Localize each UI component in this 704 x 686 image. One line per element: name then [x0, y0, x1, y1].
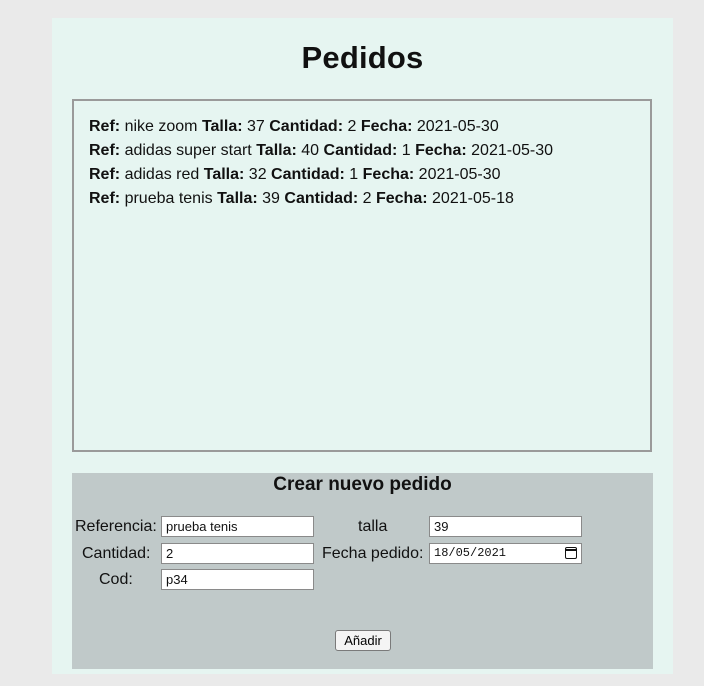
fecha-label: Fecha:	[360, 118, 413, 135]
add-order-button[interactable]: Añadir	[335, 630, 391, 651]
form-title: Crear nuevo pedido	[273, 474, 452, 495]
talla-value: 40	[301, 142, 320, 159]
page-title: Pedidos	[301, 40, 424, 75]
calendar-icon[interactable]	[565, 547, 577, 559]
cantidad-label: Cantidad:	[323, 142, 398, 159]
cantidad-label: Cantidad:	[271, 166, 345, 183]
fecha-label: Fecha:	[375, 190, 428, 207]
cod-label: Cod:	[99, 571, 133, 588]
fecha-label: Fecha:	[362, 166, 415, 183]
talla-value: 37	[247, 118, 265, 135]
cantidad-label: Cantidad:	[82, 545, 151, 562]
cantidad-value: 2	[362, 190, 372, 207]
referencia-input[interactable]: prueba tenis	[161, 516, 314, 537]
talla-label: Talla:	[217, 190, 258, 207]
cantidad-label: Cantidad:	[284, 190, 359, 207]
ref-label: Ref:	[89, 142, 121, 159]
fecha-pedido-value: 18/05/2021	[434, 546, 507, 560]
ref-label: Ref:	[89, 190, 121, 207]
orders-page: Pedidos Ref: nike zoom Talla: 37 Cantida…	[52, 18, 673, 674]
ref-value: prueba tenis	[124, 190, 213, 207]
talla-label: Talla:	[201, 118, 243, 135]
orders-list: Ref: nike zoom Talla: 37 Cantidad: 2 Fec…	[72, 99, 652, 452]
ref-label: Ref:	[89, 118, 121, 135]
ref-value: nike zoom	[124, 118, 198, 135]
cantidad-value: 1	[349, 166, 359, 183]
cantidad-label: Cantidad:	[269, 118, 344, 135]
order-row: Ref: adidas super start Talla: 40 Cantid…	[89, 139, 650, 163]
cod-input[interactable]: p34	[161, 569, 314, 590]
fecha-value: 2021-05-30	[471, 142, 553, 159]
ref-value: adidas super start	[124, 142, 252, 159]
talla-input[interactable]: 39	[429, 516, 582, 537]
cantidad-value: 2	[347, 118, 357, 135]
referencia-label: Referencia:	[75, 518, 157, 535]
fecha-label: Fecha:	[415, 142, 467, 159]
talla-label: talla	[358, 518, 388, 535]
fecha-pedido-label: Fecha pedido:	[322, 545, 424, 562]
fecha-value: 2021-05-18	[432, 190, 514, 207]
new-order-form: Crear nuevo pedido Referencia: prueba te…	[72, 473, 653, 669]
cantidad-input[interactable]: 2	[161, 543, 314, 564]
ref-label: Ref:	[89, 166, 121, 183]
fecha-value: 2021-05-30	[418, 166, 501, 183]
fecha-pedido-input[interactable]: 18/05/2021	[429, 543, 582, 564]
talla-value: 32	[248, 166, 267, 183]
talla-label: Talla:	[203, 166, 245, 183]
talla-label: Talla:	[256, 142, 297, 159]
order-row: Ref: prueba tenis Talla: 39 Cantidad: 2 …	[89, 187, 650, 211]
order-row: Ref: adidas red Talla: 32 Cantidad: 1 Fe…	[89, 163, 650, 187]
order-row: Ref: nike zoom Talla: 37 Cantidad: 2 Fec…	[89, 115, 650, 139]
ref-value: adidas red	[124, 166, 200, 183]
cantidad-value: 1	[401, 142, 411, 159]
fecha-value: 2021-05-30	[416, 118, 499, 135]
talla-value: 39	[262, 190, 280, 207]
